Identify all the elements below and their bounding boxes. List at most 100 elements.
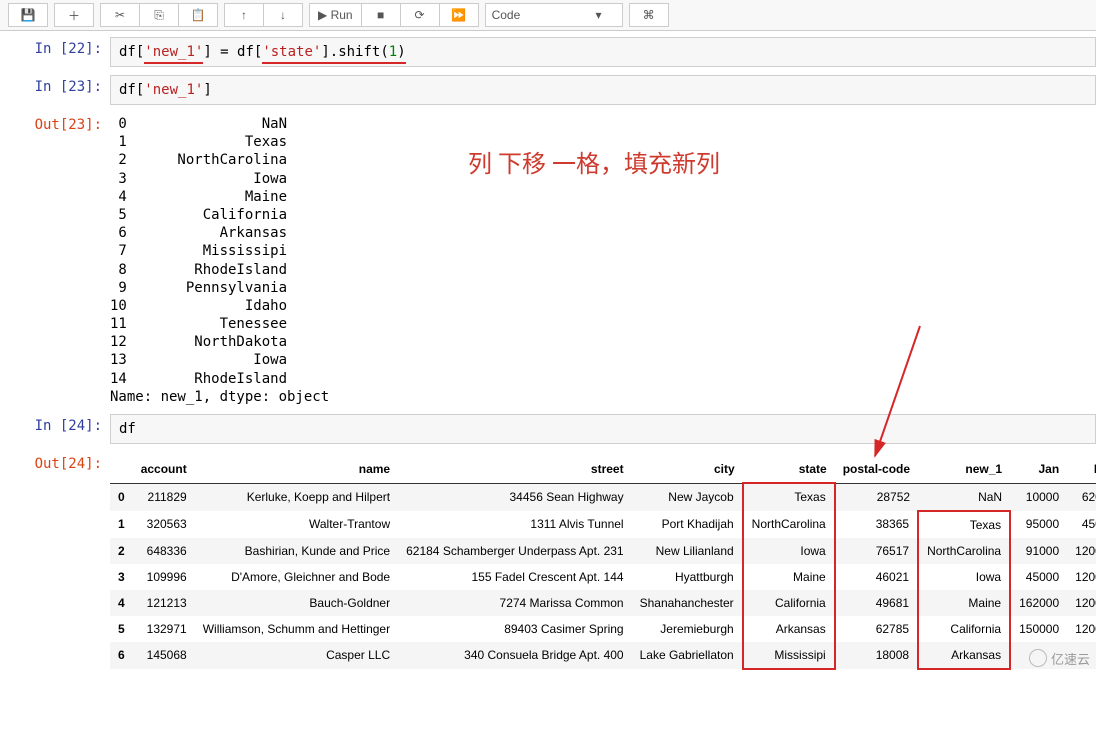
watermark: 亿速云 (1029, 649, 1090, 668)
table-cell: Jeremieburgh (632, 616, 743, 642)
restart-run-all-button[interactable]: ⏩ (440, 3, 479, 27)
add-cell-button[interactable]: ＋ (54, 3, 94, 27)
dataframe-table: accountnamestreetcitystatepostal-codenew… (110, 456, 1096, 670)
table-cell: 38365 (835, 511, 918, 538)
save-button[interactable]: 💾 (8, 3, 48, 27)
table-row: 3109996D'Amore, Gleichner and Bode155 Fa… (110, 564, 1096, 590)
table-cell: Walter-Trantow (195, 511, 398, 538)
prompt-in-23: In [23]: (0, 75, 110, 105)
table-cell: 89403 Casimer Spring (398, 616, 631, 642)
table-cell: 1311 Alvis Tunnel (398, 511, 631, 538)
table-cell: Maine (743, 564, 835, 590)
table-row: 0211829Kerluke, Koepp and Hilpert34456 S… (110, 483, 1096, 511)
arrow-up-icon: ↑ (241, 8, 247, 22)
arrow-down-icon: ↓ (280, 8, 286, 22)
table-cell: Kerluke, Koepp and Hilpert (195, 483, 398, 511)
table-cell: NorthCarolina (918, 538, 1010, 564)
table-cell: 145068 (133, 642, 195, 669)
table-cell: Williamson, Schumm and Hettinger (195, 616, 398, 642)
table-cell: Iowa (743, 538, 835, 564)
table-cell: 46021 (835, 564, 918, 590)
table-cell: Maine (918, 590, 1010, 616)
table-cell: California (743, 590, 835, 616)
table-cell: 162000 (1010, 590, 1067, 616)
table-cell: 10000 (1010, 483, 1067, 511)
table-cell: 76517 (835, 538, 918, 564)
table-cell: 62785 (835, 616, 918, 642)
prompt-in-22: In [22]: (0, 37, 110, 67)
table-row: 6145068Casper LLC340 Consuela Bridge Apt… (110, 642, 1096, 669)
table-cell: Port Khadijah (632, 511, 743, 538)
table-cell: 95000 (1010, 511, 1067, 538)
table-cell: 120000 (1067, 616, 1096, 642)
cell-in-22: In [22]: df['new_1'] = df['state'].shift… (0, 33, 1096, 71)
table-cell: 62184 Schamberger Underpass Apt. 231 (398, 538, 631, 564)
annotation-text: 列 下移 一格，填充新列 (468, 146, 768, 184)
table-cell: NaN (918, 483, 1010, 511)
cell-type-select[interactable]: Code ▾ (485, 3, 623, 27)
play-icon: ▶ Run (318, 8, 353, 22)
table-cell: 34456 Sean Highway (398, 483, 631, 511)
table-cell: Texas (743, 483, 835, 511)
table-cell: Bauch-Goldner (195, 590, 398, 616)
column-header: postal-code (835, 456, 918, 483)
prompt-out-24: Out[24]: (0, 452, 110, 670)
table-cell: Hyattburgh (632, 564, 743, 590)
table-row: 2648336Bashirian, Kunde and Price62184 S… (110, 538, 1096, 564)
code-input-23[interactable]: df['new_1'] (110, 75, 1096, 105)
command-palette-button[interactable]: ⌘ (629, 3, 669, 27)
table-cell: 49681 (835, 590, 918, 616)
table-cell: 132971 (133, 616, 195, 642)
table-cell: 155 Fadel Crescent Apt. 144 (398, 564, 631, 590)
code-input-24[interactable]: df (110, 414, 1096, 444)
table-cell: Casper LLC (195, 642, 398, 669)
column-header: name (195, 456, 398, 483)
copy-icon: ⎘ (154, 8, 164, 23)
keyboard-icon: ⌘ (643, 8, 655, 22)
column-header: city (632, 456, 743, 483)
table-row: 4121213Bauch-Goldner7274 Marissa CommonS… (110, 590, 1096, 616)
table-cell: Lake Gabriellaton (632, 642, 743, 669)
fast-forward-icon: ⏩ (451, 8, 466, 22)
stop-icon: ■ (377, 8, 384, 22)
move-down-button[interactable]: ↓ (264, 3, 303, 27)
cell-in-24: In [24]: df (0, 410, 1096, 448)
column-header: Jan (1010, 456, 1067, 483)
table-row: 5132971Williamson, Schumm and Hettinger8… (110, 616, 1096, 642)
cell-out-24: Out[24]: accountnamestreetcitystateposta… (0, 448, 1096, 674)
table-cell: 45000 (1067, 511, 1096, 538)
prompt-out-23: Out[23]: (0, 113, 110, 406)
table-row: 1320563Walter-Trantow1311 Alvis TunnelPo… (110, 511, 1096, 538)
table-cell: 120000 (1067, 590, 1096, 616)
copy-button[interactable]: ⎘ (140, 3, 179, 27)
table-cell: 91000 (1010, 538, 1067, 564)
table-cell: 62000 (1067, 483, 1096, 511)
table-cell: 150000 (1010, 616, 1067, 642)
run-button[interactable]: ▶ Run (309, 3, 362, 27)
restart-button[interactable]: ⟳ (401, 3, 440, 27)
move-up-button[interactable]: ↑ (224, 3, 264, 27)
table-cell: 28752 (835, 483, 918, 511)
table-cell: 7274 Marissa Common (398, 590, 631, 616)
plus-icon: ＋ (68, 7, 80, 24)
table-cell: 120000 (1067, 538, 1096, 564)
stop-button[interactable]: ■ (362, 3, 401, 27)
table-cell: D'Amore, Gleichner and Bode (195, 564, 398, 590)
notebook-area: In [22]: df['new_1'] = df['state'].shift… (0, 31, 1096, 674)
table-cell: New Jaycob (632, 483, 743, 511)
cut-button[interactable]: ✂ (100, 3, 140, 27)
table-cell: Arkansas (918, 642, 1010, 669)
column-header: new_1 (918, 456, 1010, 483)
table-cell: Iowa (918, 564, 1010, 590)
table-cell: New Lilianland (632, 538, 743, 564)
table-cell: Mississipi (743, 642, 835, 669)
code-input-22[interactable]: df['new_1'] = df['state'].shift(1) (110, 37, 1096, 67)
table-cell: 121213 (133, 590, 195, 616)
paste-button[interactable]: 📋 (179, 3, 218, 27)
watermark-text: 亿速云 (1051, 649, 1090, 668)
column-header: state (743, 456, 835, 483)
table-cell: Shanahanchester (632, 590, 743, 616)
table-cell: Texas (918, 511, 1010, 538)
table-cell: 648336 (133, 538, 195, 564)
table-cell: Bashirian, Kunde and Price (195, 538, 398, 564)
